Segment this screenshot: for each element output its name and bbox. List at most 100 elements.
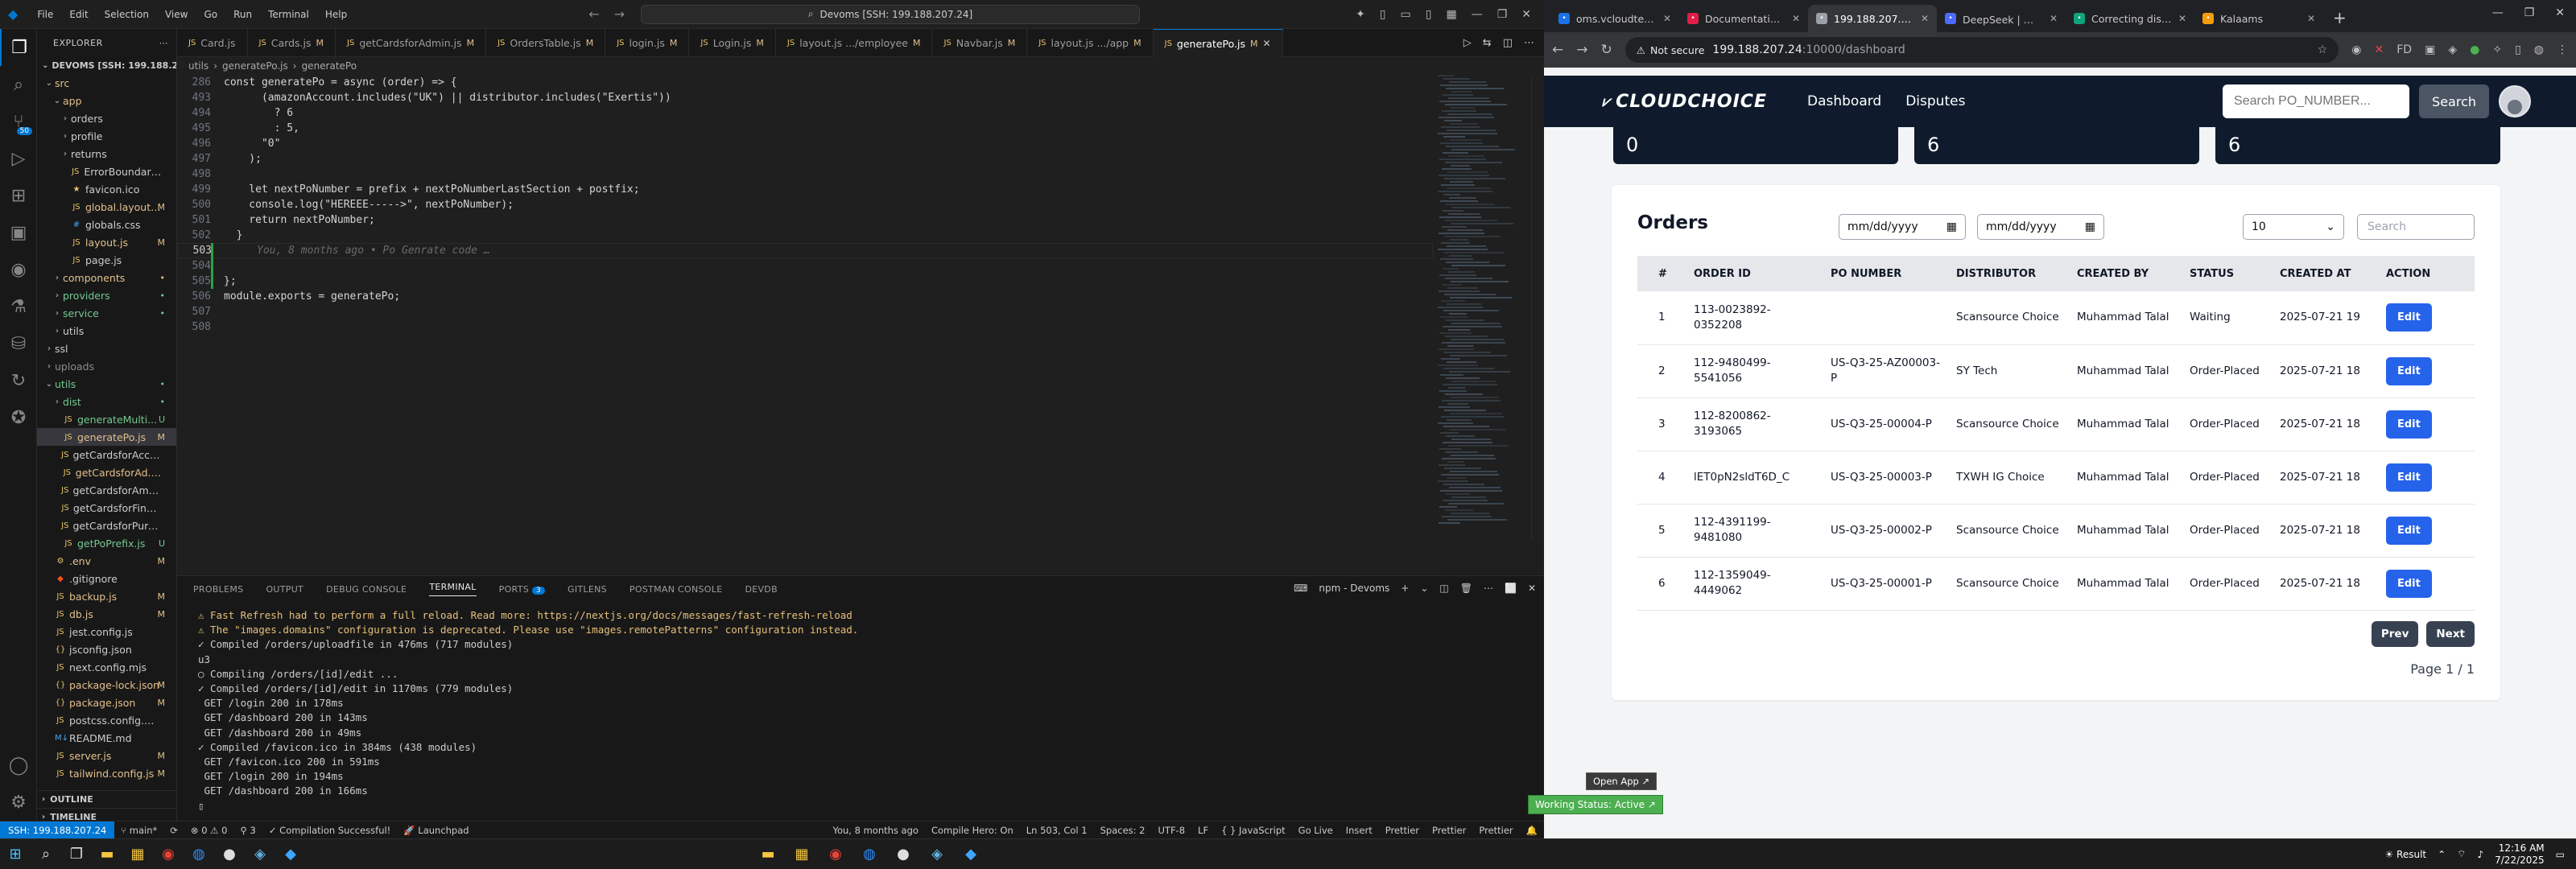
panel-tab-problems[interactable]: PROBLEMS bbox=[193, 584, 243, 595]
tree-item[interactable]: JS layout.js M bbox=[37, 233, 176, 251]
tree-item[interactable]: › components • bbox=[37, 269, 176, 286]
volume-icon[interactable]: ♪ bbox=[2477, 849, 2483, 860]
remote-explorer-icon[interactable]: ▣ bbox=[0, 214, 37, 251]
browser-tab[interactable]: • 199.188.207.24:10000 ✕ bbox=[1808, 5, 1937, 32]
more-actions-icon[interactable]: ⋯ bbox=[1524, 37, 1534, 49]
run-debug-icon[interactable]: ▷ bbox=[0, 140, 37, 177]
maximize-panel-icon[interactable]: ⬜ bbox=[1505, 583, 1517, 594]
close-tab-icon[interactable]: ✕ bbox=[1792, 13, 1800, 24]
new-tab-icon[interactable]: + bbox=[2323, 8, 2356, 32]
work-status-badge[interactable]: Working Status: Active ↗ bbox=[1528, 795, 1663, 814]
copilot-icon[interactable]: ✦ bbox=[1356, 8, 1365, 21]
editor-tab[interactable]: JS OrdersTable.js M bbox=[486, 29, 606, 57]
forward-arrow-icon[interactable]: → bbox=[614, 6, 625, 22]
bookmark-star-icon[interactable]: ☆ bbox=[2318, 43, 2328, 56]
date-from-input[interactable]: mm/dd/yyyy ▦ bbox=[1839, 214, 1966, 240]
edit-button[interactable]: Edit bbox=[2386, 356, 2432, 385]
trash-icon[interactable]: 🗑 bbox=[1460, 583, 1472, 594]
compile-hero-status[interactable]: Compile Hero: On bbox=[925, 825, 1020, 836]
notifications-icon[interactable]: 🔔 bbox=[1520, 825, 1544, 836]
restore-icon[interactable]: ❐ bbox=[1497, 8, 1508, 21]
cursor-position[interactable]: Ln 503, Col 1 bbox=[1020, 825, 1094, 836]
browser-tab[interactable]: • Kalaams ✕ bbox=[2194, 5, 2323, 32]
settings-gear-icon[interactable]: ⚙ bbox=[0, 784, 37, 821]
file-explorer-icon[interactable]: ▬ bbox=[753, 841, 783, 868]
reload-icon[interactable]: ↻ bbox=[1601, 42, 1612, 58]
editor-tab[interactable]: JS generatePo.js M ✕ bbox=[1153, 29, 1283, 57]
layout-panel-icon[interactable]: ▭ bbox=[1401, 8, 1411, 21]
code-editor[interactable]: 286 const generatePo = async (order) => {… bbox=[177, 75, 1433, 575]
tree-item[interactable]: {} jsconfig.json bbox=[37, 640, 176, 658]
page-size-select[interactable]: 10 ⌄ bbox=[2243, 214, 2344, 240]
close-tab-icon[interactable]: ✕ bbox=[2050, 13, 2058, 24]
close-tab-icon[interactable]: ✕ bbox=[1921, 13, 1929, 24]
tree-item[interactable]: › providers • bbox=[37, 286, 176, 304]
extension-icon[interactable]: ◉ bbox=[2351, 43, 2361, 56]
tree-item[interactable]: JS getCardsforAd... M bbox=[37, 463, 176, 481]
app-icon[interactable]: ● bbox=[214, 841, 245, 868]
tree-item[interactable]: JS postcss.config.mjs bbox=[37, 711, 176, 729]
compare-icon[interactable]: ⇆ bbox=[1483, 37, 1492, 49]
notification-icon[interactable]: ▭ bbox=[2556, 849, 2565, 860]
edit-button[interactable]: Edit bbox=[2386, 463, 2432, 492]
minimize-icon[interactable]: — bbox=[1472, 8, 1483, 21]
weather-widget[interactable]: ☀ Result bbox=[2384, 849, 2426, 860]
editor-tab[interactable]: JS Card.js bbox=[177, 29, 248, 57]
sync-status[interactable]: ⟳ bbox=[163, 825, 184, 836]
indentation-status[interactable]: Spaces: 2 bbox=[1094, 825, 1152, 836]
editor-tab[interactable]: JS layout.js .../app M bbox=[1027, 29, 1154, 57]
tree-item[interactable]: JS next.config.mjs bbox=[37, 658, 176, 676]
store-icon[interactable]: ▦ bbox=[122, 841, 153, 868]
sidepanel-icon[interactable]: ▯ bbox=[2515, 43, 2521, 56]
browser-tab[interactable]: • DeepSeek | 深度求索 ✕ bbox=[1937, 5, 2066, 32]
search-icon[interactable]: ⌕ bbox=[0, 66, 37, 103]
brand-logo[interactable]: ⩗ CLOUDCHOICE bbox=[1602, 92, 1767, 112]
panel-tab-gitlens[interactable]: GITLENS bbox=[568, 584, 607, 595]
minimap[interactable] bbox=[1433, 75, 1521, 542]
language-status[interactable]: { } JavaScript bbox=[1215, 825, 1292, 836]
search-button[interactable]: Search bbox=[2419, 84, 2489, 118]
chrome-menu-icon[interactable]: ⋮ bbox=[2557, 43, 2568, 56]
tree-item[interactable]: › dist • bbox=[37, 393, 176, 410]
database-icon[interactable]: ⛁ bbox=[0, 325, 37, 362]
remote-indicator[interactable]: SSH: 199.188.207.24 bbox=[0, 821, 115, 839]
tree-item[interactable]: JS tailwind.config.js M bbox=[37, 764, 176, 782]
tree-item[interactable]: › returns bbox=[37, 145, 176, 163]
customize-layout-icon[interactable]: ▦ bbox=[1446, 8, 1456, 21]
table-search-input[interactable]: Search bbox=[2357, 214, 2475, 240]
branch-status[interactable]: ⑂ main* bbox=[114, 825, 163, 836]
prev-button[interactable]: Prev bbox=[2371, 621, 2419, 647]
tree-item[interactable]: › ssl bbox=[37, 340, 176, 357]
tree-item[interactable]: JSgetCardsforFinance.js bbox=[37, 499, 176, 517]
remote-desktop-icon[interactable]: ◈ bbox=[245, 841, 275, 868]
chrome-icon[interactable]: ◉ bbox=[153, 841, 184, 868]
app-icon[interactable]: ● bbox=[888, 841, 919, 868]
tree-item[interactable]: JS backup.js M bbox=[37, 587, 176, 605]
tree-item[interactable]: › uploads bbox=[37, 357, 176, 375]
editor-tab[interactable]: JS login.js M bbox=[605, 29, 690, 57]
panel-tab-postman-console[interactable]: POSTMAN CONSOLE bbox=[630, 584, 723, 595]
terminal-name[interactable]: npm - Devoms bbox=[1319, 583, 1389, 594]
tree-item[interactable]: JS global.layout.js M bbox=[37, 198, 176, 216]
menu-item-run[interactable]: Run bbox=[225, 9, 260, 20]
zoom-icon[interactable]: ◍ bbox=[854, 841, 885, 868]
chrome-icon[interactable]: ◉ bbox=[820, 841, 851, 868]
panel-tab-terminal[interactable]: TERMINAL bbox=[429, 582, 477, 596]
restore-icon[interactable]: ❐ bbox=[2524, 6, 2535, 19]
tree-item[interactable]: JS generatePo.js M bbox=[37, 428, 176, 446]
tree-item[interactable]: ⌄ src bbox=[37, 74, 176, 92]
ports-status[interactable]: ⚲ 3 bbox=[233, 825, 262, 836]
close-tab-icon[interactable]: ✕ bbox=[2307, 13, 2315, 24]
tree-item[interactable]: › service • bbox=[37, 304, 176, 322]
add-terminal-icon[interactable]: + bbox=[1401, 583, 1409, 594]
close-tab-icon[interactable]: ✕ bbox=[2178, 13, 2186, 24]
date-to-input[interactable]: mm/dd/yyyy ▦ bbox=[1977, 214, 2104, 240]
user-avatar[interactable] bbox=[2499, 85, 2531, 117]
tree-item[interactable]: ⚙ .env M bbox=[37, 552, 176, 570]
edit-button[interactable]: Edit bbox=[2386, 569, 2432, 598]
profile-avatar-icon[interactable]: ◍ bbox=[2534, 43, 2544, 56]
project-root[interactable]: ⌄ DEVOMS [SSH: 199.188.20... bbox=[37, 56, 176, 74]
address-bar[interactable]: ⚠ Not secure 199.188.207.24:10000/dashboa… bbox=[1624, 37, 2339, 63]
windows-start-icon[interactable]: ⊞ bbox=[0, 841, 31, 868]
edit-button[interactable]: Edit bbox=[2386, 410, 2432, 439]
